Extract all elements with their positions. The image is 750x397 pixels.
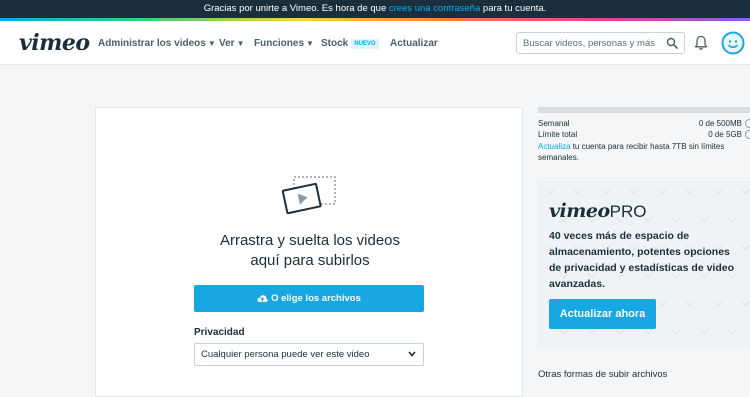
choose-files-label: O elige los archivos: [271, 293, 361, 304]
pattern-mark: [699, 328, 709, 335]
drop-line-2: aquí para subirlos: [250, 252, 370, 269]
upgrade-now-button[interactable]: Actualizar ahora: [549, 299, 656, 329]
create-password-link[interactable]: crees una contraseña: [389, 3, 480, 14]
privacy-select-value: Cualquier persona puede ver este video: [201, 349, 370, 360]
nav-watch[interactable]: Ver ▼: [219, 38, 245, 49]
search-input[interactable]: [523, 36, 663, 51]
nav-watch-label: Ver: [219, 38, 235, 49]
pattern-mark: [671, 216, 681, 223]
pattern-mark: [671, 328, 681, 335]
vimeo-pro-promo: vimeoPRO 40 veces más de espacio de alma…: [538, 181, 750, 346]
top-nav: vimeo Administrar los videos ▼ Ver ▼ Funci…: [0, 21, 750, 65]
bell-icon[interactable]: [694, 35, 708, 51]
pattern-mark: [741, 188, 750, 195]
banner-text-after: para tu cuenta.: [480, 3, 547, 14]
pro-description: 40 veces más de espacio de almacenamient…: [549, 230, 734, 290]
banner-text-before: Gracias por unirte a Vimeo. Es hora de q…: [203, 3, 389, 14]
pattern-mark: [545, 188, 555, 195]
total-quota-label: Límite total: [538, 130, 578, 139]
pattern-mark: [727, 328, 737, 335]
nav-stock[interactable]: Stock NUEVO: [321, 38, 379, 49]
weekly-quota-value: 0 de 500MB: [698, 119, 742, 128]
vimeo-logo[interactable]: vimeo: [19, 30, 90, 56]
chevron-down-icon: ▼: [207, 39, 216, 48]
vimeo-pro-logo: vimeoPRO: [549, 200, 646, 223]
quota-progress-bar: [538, 107, 750, 113]
drop-line-1: Arrastra y suelta los videos: [219, 232, 401, 249]
pattern-mark: [685, 188, 695, 195]
nav-features-label: Funciones: [254, 38, 305, 49]
pattern-mark: [601, 188, 611, 195]
drop-instructions: Arrastra y suelta los videos aquí para s…: [96, 231, 524, 271]
other-upload-methods-heading: Otras formas de subir archivos: [538, 369, 668, 380]
video-upload-icon: [281, 176, 336, 215]
pattern-mark: [643, 328, 653, 335]
pattern-mark: [587, 328, 597, 335]
top-banner: Gracias por unirte a Vimeo. Es hora de q…: [0, 0, 750, 20]
nav-upgrade[interactable]: Actualizar: [390, 38, 438, 49]
pattern-mark: [727, 216, 737, 223]
nav-stock-label: Stock: [321, 38, 349, 49]
pattern-mark: [559, 328, 569, 335]
nav-manage-videos[interactable]: Administrar los videos ▼: [98, 38, 216, 49]
upgrade-link[interactable]: Actualiza: [538, 142, 570, 151]
pattern-mark: [741, 244, 750, 251]
chevron-down-icon: [408, 351, 416, 357]
pattern-mark: [685, 300, 695, 307]
new-badge: NUEVO: [351, 39, 379, 49]
chevron-down-icon: ▼: [306, 39, 314, 48]
upgrade-note: Actualiza tu cuenta para recibir hasta 7…: [538, 141, 743, 163]
upload-dropzone[interactable]: Arrastra y suelta los videos aquí para s…: [95, 107, 523, 397]
pattern-mark: [657, 188, 667, 195]
nav-upgrade-label: Actualizar: [390, 38, 438, 49]
cloud-upload-icon: [257, 295, 268, 302]
total-quota-ring-icon: [745, 130, 750, 139]
chevron-down-icon: ▼: [236, 39, 245, 48]
choose-files-button[interactable]: O elige los archivos: [194, 285, 424, 312]
pro-logo-main: vimeo: [549, 200, 610, 222]
pattern-mark: [713, 188, 723, 195]
privacy-label: Privacidad: [194, 327, 245, 338]
total-quota-value: 0 de 5GB: [708, 130, 742, 139]
avatar-icon[interactable]: [721, 31, 745, 55]
weekly-quota: Semanal 0 de 500MB: [538, 119, 750, 128]
pattern-mark: [657, 300, 667, 307]
pattern-mark: [741, 300, 750, 307]
pattern-mark: [573, 188, 583, 195]
nav-features[interactable]: Funciones ▼: [254, 38, 314, 49]
pattern-mark: [699, 216, 709, 223]
pro-logo-suffix: PRO: [609, 202, 647, 221]
weekly-quota-label: Semanal: [538, 119, 570, 128]
search-box: [516, 32, 685, 54]
pattern-mark: [629, 188, 639, 195]
search-icon[interactable]: [666, 37, 678, 49]
pattern-mark: [713, 300, 723, 307]
privacy-select[interactable]: Cualquier persona puede ver este video: [194, 343, 424, 366]
weekly-quota-ring-icon: [745, 119, 750, 128]
pattern-mark: [615, 328, 625, 335]
nav-manage-videos-label: Administrar los videos: [98, 38, 206, 49]
total-quota: Límite total 0 de 5GB: [538, 130, 750, 139]
